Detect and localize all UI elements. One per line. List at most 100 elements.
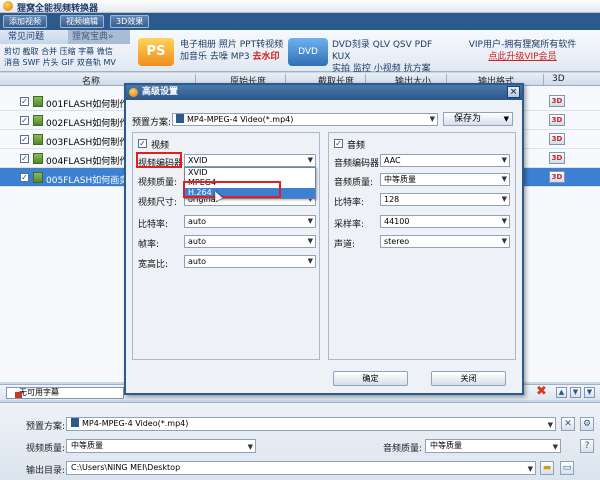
video-enable-checkbox[interactable]: ✓ [138,139,147,148]
close-icon[interactable]: × [507,86,520,98]
audio-channel-select[interactable]: stereo ▼ [380,235,510,248]
vip-upgrade-link[interactable]: 点此升级VIP会员 [450,51,595,63]
video-aspect-label: 宽高比: [138,260,169,270]
video-quality-select[interactable]: 中等质量 ▼ [66,439,256,453]
file-checkbox[interactable]: ✓ [20,97,29,106]
mp4-icon [71,418,79,427]
chevron-down-icon: ▼ [501,175,507,183]
tab-guide[interactable]: 狸窝宝典» [68,30,130,44]
save-as-button[interactable]: 保存为 ▼ [443,112,513,126]
video-framerate-select[interactable]: auto ▼ [184,235,316,248]
folder-icon[interactable]: ▬ [540,461,554,475]
promo-photo-album[interactable]: 电子相册 照片 PPT转视频 加音乐 去噪 MP3 去水印 [180,39,290,63]
3d-effect-button[interactable]: 3D效果 [110,15,150,28]
output-dir-input[interactable]: C:\Users\NING MEI\Desktop ▼ [66,461,536,475]
quick-links-row-1[interactable]: 剪切 截取 合并 压缩 字幕 微信 [4,46,134,57]
promo-dvd-line-1[interactable]: DVD刻录 QLV QSV PDF KUX [332,39,447,63]
video-file-icon [33,153,43,164]
settings-tools-icon[interactable]: ✕ [561,417,575,431]
file-name: 002FLASH如何制作打 [46,119,126,129]
column-divider [543,74,544,85]
audio-bitrate-value: 128 [384,195,400,204]
audio-bitrate-select[interactable]: 128 ▼ [380,193,510,206]
video-file-icon [33,96,43,107]
3d-badge-icon[interactable]: 3D [549,133,565,145]
preset-value: MP4-MPEG-4 Video(*.mp4) [82,419,189,428]
dialog-title: 高级设置 [142,87,179,97]
move-up-icon[interactable]: ▲ [556,387,567,398]
dialog-preset-label: 预置方案: [132,118,172,128]
preset-select[interactable]: MP4-MPEG-4 Video(*.mp4) ▼ [66,417,556,431]
audio-quality-value: 中等质量 [384,175,416,184]
chevron-down-icon: ▼ [307,156,313,164]
video-quality-label: 视频质量: [138,178,178,188]
quick-links[interactable]: 剪切 截取 合并 压缩 字幕 微信 消音 SWF 片头 GIF 双音轨 MV [4,46,134,68]
add-video-button[interactable]: 添加视频 [3,15,47,28]
video-aspect-select[interactable]: auto ▼ [184,255,316,268]
file-checkbox[interactable]: ✓ [20,135,29,144]
chevron-down-icon: ▼ [552,443,558,451]
dialog-title-bar: 高级设置 × [126,85,522,100]
chevron-down-icon: ▼ [501,237,507,245]
promo-photo-line-2[interactable]: 加音乐 去噪 MP3 [180,52,253,62]
output-dir-value: C:\Users\NING MEI\Desktop [71,463,181,472]
top-banner: 常见问题 狸窝宝典» 剪切 截取 合并 压缩 字幕 微信 消音 SWF 片头 G… [0,30,600,75]
column-3d[interactable]: 3D [552,74,565,84]
video-bitrate-select[interactable]: auto ▼ [184,215,316,228]
encoder-option-xvid[interactable]: XVID [185,168,315,178]
h264-option-highlight [183,181,281,198]
file-checkbox[interactable]: ✓ [20,116,29,125]
dvd-burn-icon[interactable]: DVD [288,38,328,66]
help-icon[interactable]: ? [580,439,594,453]
dialog-preset-value: MP4-MPEG-4 Video(*.mp4) [187,115,294,124]
file-checkbox[interactable]: ✓ [20,154,29,163]
file-name: 001FLASH如何制作水 [46,100,126,110]
save-as-label: 保存为 [454,114,482,124]
3d-badge-icon[interactable]: 3D [549,114,565,126]
edit-video-button[interactable]: 视频编辑 [60,15,104,28]
audio-quality-select[interactable]: 中等质量 ▼ [425,439,561,453]
scroll-end-icon[interactable]: ▼ [584,387,595,398]
video-file-icon [33,172,43,183]
audio-channel-value: stereo [384,237,410,246]
photo-album-icon[interactable]: PS [138,38,174,66]
dialog-logo-icon [129,88,138,97]
3d-badge-icon[interactable]: 3D [549,171,565,183]
title-bar: 狸窝全能视频转换器 [0,0,600,14]
chevron-down-icon: ▼ [501,156,507,164]
delete-icon[interactable]: ✖ [536,385,548,398]
file-checkbox[interactable]: ✓ [20,173,29,182]
audio-quality-select[interactable]: 中等质量 ▼ [380,173,510,186]
audio-samplerate-label: 采样率: [334,220,365,230]
move-down-icon[interactable]: ▼ [570,387,581,398]
video-encoder-select[interactable]: XVID ▼ [184,154,316,167]
vip-text: VIP用户-拥有狸窝所有软件 [468,40,577,50]
video-file-icon [33,115,43,126]
app-logo-icon [3,1,13,11]
dialog-preset-select[interactable]: MP4-MPEG-4 Video(*.mp4) ▼ [172,113,438,126]
remove-watermark-link[interactable]: 去水印 [253,52,280,62]
subtitle-select[interactable]: 无可用字幕 [6,387,124,399]
3d-badge-icon[interactable]: 3D [549,95,565,107]
open-folder-icon[interactable]: ▭ [560,461,574,475]
promo-photo-line-1[interactable]: 电子相册 照片 PPT转视频 [180,39,290,51]
quick-links-row-2[interactable]: 消音 SWF 片头 GIF 双音轨 MV [4,57,134,68]
3d-badge-icon[interactable]: 3D [549,152,565,164]
audio-bitrate-label: 比特率: [334,198,365,208]
audio-encoder-select[interactable]: AAC ▼ [380,154,510,167]
advanced-settings-icon[interactable]: ⚙ [580,417,594,431]
audio-quality-label: 音频质量: [383,444,423,454]
mp4-icon [176,114,184,123]
subtitle-icon [15,392,22,398]
promo-dvd[interactable]: DVD刻录 QLV QSV PDF KUX 实拍 监控 小视频 抗方案 [332,39,447,75]
audio-enable-checkbox[interactable]: ✓ [334,139,343,148]
chevron-down-icon: ▼ [247,443,253,451]
audio-group-title: 音频 [347,141,366,151]
close-button[interactable]: 关闭 [431,371,506,386]
chevron-down-icon: ▼ [429,115,435,123]
vip-promo: VIP用户-拥有狸窝所有软件 点此升级VIP会员 [450,39,595,63]
audio-samplerate-select[interactable]: 44100 ▼ [380,215,510,228]
encoder-label-highlight [136,152,182,168]
video-bitrate-value: auto [188,217,207,226]
ok-button[interactable]: 确定 [333,371,408,386]
